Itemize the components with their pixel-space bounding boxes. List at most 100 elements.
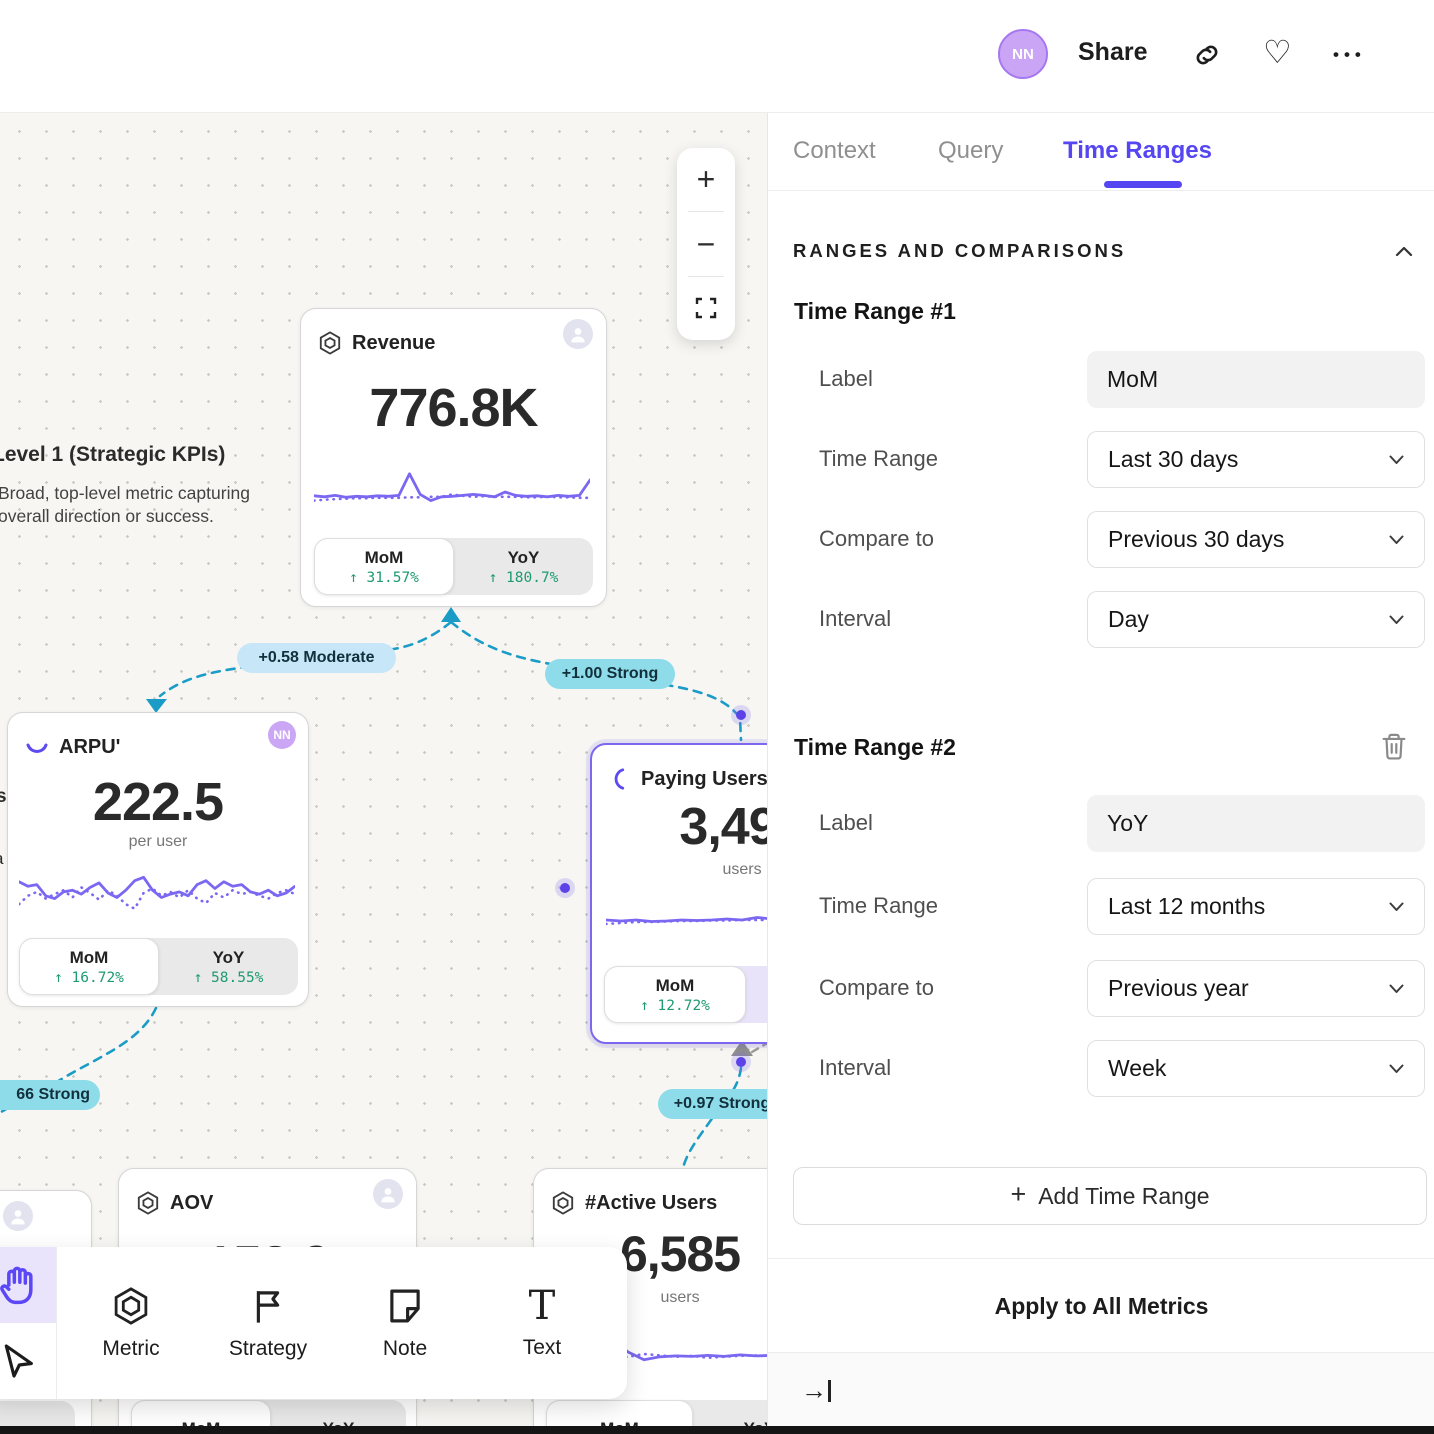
field-label: Label (819, 810, 873, 836)
label-input[interactable]: MoM (1087, 351, 1425, 408)
metric-card-revenue[interactable]: Revenue 776.8K MoM ↑ 31.57% YoY ↑ 180.7% (300, 308, 607, 607)
select-value: Last 30 days (1108, 446, 1238, 473)
time-range-select[interactable]: Last 30 days (1087, 431, 1425, 488)
card-title: #Active Users (585, 1192, 717, 1215)
delete-time-range-button[interactable] (1380, 732, 1408, 762)
tool-label: Strategy (229, 1337, 307, 1361)
chevron-down-icon (1389, 455, 1404, 465)
chevron-down-icon (1389, 984, 1404, 994)
app-root: Level 1 (Strategic KPIs) Broad, top-leve… (0, 0, 1434, 1434)
time-range-toggle: MoM ↑ 16.72% YoY ↑ 58.55% (19, 938, 298, 995)
toggle-yoy[interactable]: YoY ↑ 58.55% (159, 938, 298, 995)
loading-arc-icon (608, 767, 632, 791)
fit-view-button[interactable] (677, 277, 735, 340)
canvas-toolbar: Metric Strategy Note T Text (0, 1247, 627, 1399)
toggle-mom[interactable]: MoM ↑ 31.57% (314, 538, 454, 595)
correlation-badge: 66 Strong (0, 1080, 100, 1110)
delta-value: ↑ 16.72% (54, 970, 124, 986)
more-options-icon[interactable]: ••• (1333, 45, 1366, 65)
metric-unit: per user (8, 833, 308, 851)
time-range-toggle: MoM ↑ 12.72% (604, 966, 767, 1023)
field-label: Compare to (819, 975, 934, 1001)
section-header-ranges[interactable]: RANGES AND COMPARISONS (793, 240, 1413, 262)
divider (56, 1247, 57, 1399)
sparkline (606, 890, 767, 940)
connection-handle[interactable] (731, 1052, 751, 1072)
metric-tree-canvas[interactable]: Level 1 (Strategic KPIs) Broad, top-leve… (0, 0, 767, 1434)
metric-hexagon-icon (317, 330, 343, 356)
compare-to-select[interactable]: Previous year (1087, 960, 1425, 1017)
favorite-heart-icon[interactable]: ♡ (1263, 36, 1292, 68)
tab-query[interactable]: Query (938, 137, 1003, 165)
card-title: Revenue (352, 332, 435, 355)
time-range-select[interactable]: Last 12 months (1087, 878, 1425, 935)
zoom-controls: + − (677, 148, 735, 340)
tab-time-ranges[interactable]: Time Ranges (1063, 137, 1212, 165)
label-input[interactable]: YoY (1087, 795, 1425, 852)
interval-select[interactable]: Day (1087, 591, 1425, 648)
chevron-down-icon (1389, 902, 1404, 912)
user-avatar[interactable]: NN (998, 29, 1048, 79)
level-description-line2: overall direction or success. (0, 506, 214, 527)
share-button[interactable]: Share (1078, 38, 1147, 67)
tool-label: Text (523, 1336, 562, 1360)
tool-label: Note (383, 1337, 427, 1361)
time-range-toggle: MoM ↑ 31.57% YoY ↑ 180.7% (314, 538, 593, 595)
divider (768, 190, 1434, 191)
text-tool[interactable]: T Text (487, 1247, 597, 1399)
correlation-badge: +1.00 Strong (545, 659, 675, 689)
metric-hexagon-icon (550, 1190, 576, 1216)
owner-avatar (373, 1179, 403, 1209)
toggle-label: YoY (213, 948, 245, 968)
level-title: Level 1 (Strategic KPIs) (0, 443, 225, 467)
apply-to-all-metrics-button[interactable]: Apply to All Metrics (768, 1258, 1434, 1353)
interval-select[interactable]: Week (1087, 1040, 1425, 1097)
delta-value: ↑ 180.7% (489, 570, 559, 586)
add-time-range-button[interactable]: + Add Time Range (793, 1167, 1427, 1225)
zoom-out-button[interactable]: − (677, 212, 735, 275)
metric-card-paying-users[interactable]: Paying Users' 3,495 users MoM ↑ 12.72% (590, 743, 767, 1044)
connection-handle[interactable] (555, 878, 575, 898)
metric-tool[interactable]: Metric (76, 1247, 186, 1399)
copy-link-icon[interactable] (1192, 40, 1222, 70)
metric-hexagon-icon (135, 1190, 161, 1216)
toggle-label: MoM (365, 548, 404, 568)
field-label: Compare to (819, 526, 934, 552)
input-value: MoM (1107, 366, 1158, 393)
select-value: Previous year (1108, 975, 1249, 1002)
metric-card-arpu[interactable]: ARPU' NN 222.5 per user MoM ↑ 16.72% YoY… (7, 712, 309, 1007)
toggle-yoy[interactable]: YoY ↑ 180.7% (454, 538, 593, 595)
select-value: Week (1108, 1055, 1166, 1082)
select-tool[interactable] (0, 1323, 56, 1399)
metric-unit: users (592, 861, 767, 879)
toggle-label: MoM (656, 976, 695, 996)
top-bar: NN Share ♡ ••• (0, 0, 1434, 113)
input-value: YoY (1107, 810, 1148, 837)
chevron-down-icon (1389, 535, 1404, 545)
text-tool-icon: T (529, 1286, 556, 1326)
connection-handle[interactable] (731, 705, 751, 725)
select-value: Previous 30 days (1108, 526, 1284, 553)
window-edge-bar (0, 1426, 1434, 1434)
zoom-in-button[interactable]: + (677, 148, 735, 211)
toggle-mom[interactable]: MoM ↑ 16.72% (19, 938, 159, 995)
card-title: ARPU' (59, 736, 120, 759)
toggle-label: YoY (508, 548, 540, 568)
clipped-text-fragment: a (0, 849, 3, 869)
hand-tool[interactable] (0, 1247, 56, 1323)
toggle-yoy[interactable] (746, 966, 767, 1023)
toggle-label: MoM (70, 948, 109, 968)
compare-to-select[interactable]: Previous 30 days (1087, 511, 1425, 568)
correlation-badge: +0.58 Moderate (237, 643, 396, 673)
loading-arc-icon (24, 734, 50, 760)
strategy-tool[interactable]: Strategy (213, 1247, 323, 1399)
metric-value: 222.5 (8, 771, 308, 833)
collapse-panel-icon[interactable]: → (801, 1375, 831, 1406)
owner-avatar (3, 1201, 33, 1231)
metric-value: 776.8K (301, 377, 606, 439)
sparkline (314, 468, 590, 516)
clipped-text-fragment: s (0, 786, 7, 808)
toggle-mom[interactable]: MoM ↑ 12.72% (604, 966, 746, 1023)
tab-context[interactable]: Context (793, 137, 876, 165)
note-tool[interactable]: Note (350, 1247, 460, 1399)
